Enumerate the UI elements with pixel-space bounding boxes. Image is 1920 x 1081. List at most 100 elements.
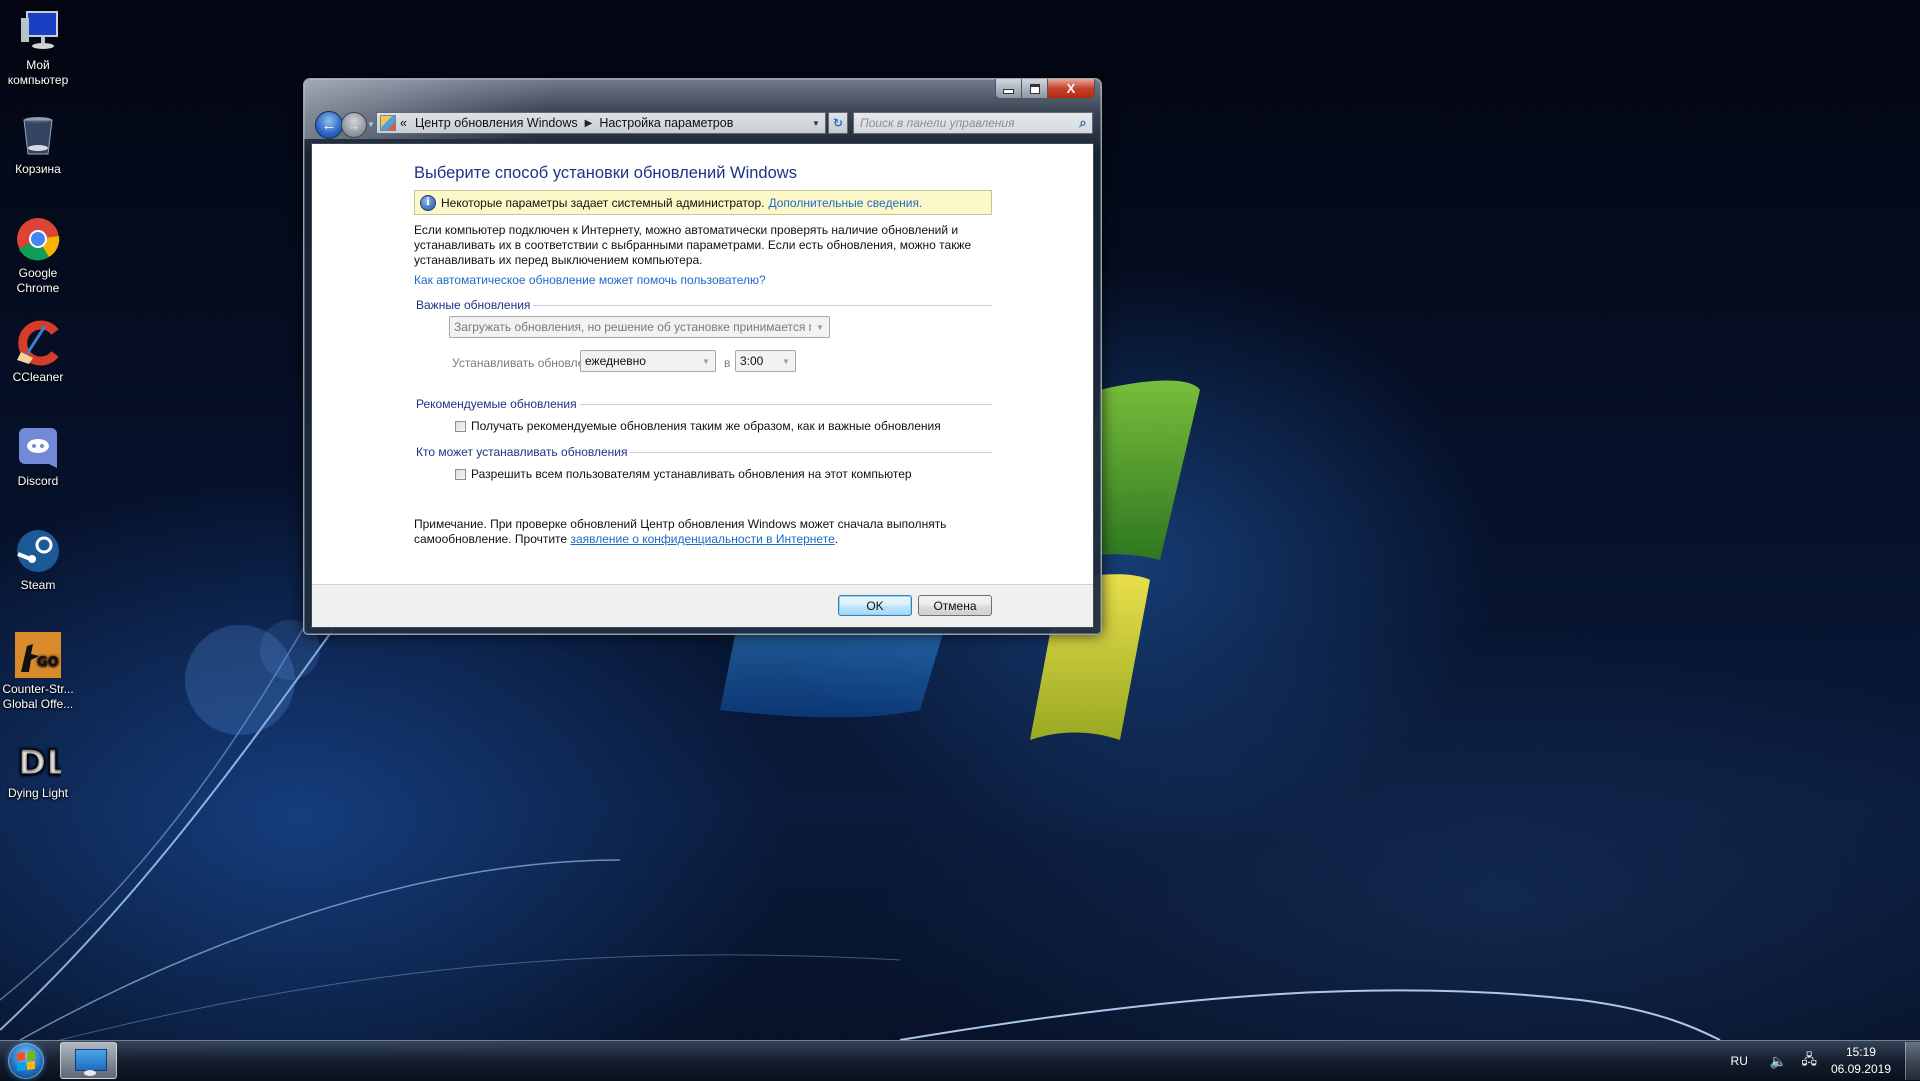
desktop-icon-label: Google Chrome xyxy=(16,266,60,295)
recommended-updates-label[interactable]: Получать рекомендуемые обновления таким … xyxy=(471,419,941,433)
cancel-button[interactable]: Отмена xyxy=(918,595,992,616)
desktop-icon-ccleaner[interactable]: CCleaner xyxy=(0,320,76,385)
chevron-down-icon: ▼ xyxy=(816,322,824,332)
desktop-icon-recycle-bin[interactable]: Корзина xyxy=(0,112,76,177)
svg-text:GO: GO xyxy=(37,655,59,670)
install-day-value: ежедневно xyxy=(585,354,646,368)
more-info-link[interactable]: Дополнительные сведения. xyxy=(768,196,922,210)
dialog-footer: OK Отмена xyxy=(312,584,1093,627)
recommended-updates-heading: Рекомендуемые обновления xyxy=(416,397,577,411)
system-tray: RU 🔈 🖧 15:19 06.09.2019 xyxy=(1731,1041,1920,1081)
search-input[interactable] xyxy=(854,115,1074,131)
recent-pages-dropdown[interactable]: ▼ xyxy=(367,120,375,129)
desktop-icon-label: Мой компьютер xyxy=(7,58,69,87)
back-button[interactable]: ← xyxy=(315,111,343,139)
admin-info-bar: i Некоторые параметры задает системный а… xyxy=(414,190,992,215)
info-bar-text: Некоторые параметры задает системный адм… xyxy=(441,195,765,210)
desktop-icon-label: Steam xyxy=(20,578,56,592)
note-text: Примечание. При проверке обновлений Цент… xyxy=(414,517,994,547)
desktop-icon-label: Counter-Str... Global Offe... xyxy=(2,682,74,711)
forward-button[interactable]: → xyxy=(341,112,367,138)
discord-icon xyxy=(15,424,61,470)
chrome-icon xyxy=(15,216,61,262)
auto-update-help-link[interactable]: Как автоматическое обновление может помо… xyxy=(414,273,766,287)
minimize-button[interactable] xyxy=(996,79,1022,98)
language-indicator[interactable]: RU xyxy=(1731,1054,1748,1068)
group-divider xyxy=(579,403,992,405)
caption-buttons: X xyxy=(995,79,1095,99)
refresh-button[interactable]: ↻ xyxy=(828,112,848,134)
install-time-select[interactable]: 3:00 ▼ xyxy=(735,350,796,372)
desktop-icon-label: Dying Light xyxy=(7,786,69,800)
install-time-value: 3:00 xyxy=(740,354,764,368)
computer-icon xyxy=(15,8,61,54)
who-can-install-group: Кто может устанавливать обновления xyxy=(416,445,992,459)
address-bar[interactable]: « Центр обновления Windows ▶ Настройка п… xyxy=(376,112,826,134)
recycle-bin-icon xyxy=(15,112,61,158)
address-dropdown-icon[interactable]: ▼ xyxy=(807,119,825,128)
allow-all-users-checkbox[interactable] xyxy=(455,468,466,480)
group-divider xyxy=(533,304,992,306)
windows-flag-icon xyxy=(17,1051,35,1071)
desktop-icon-csgo[interactable]: GO Counter-Str... Global Offe... xyxy=(0,632,76,712)
who-can-install-heading: Кто может устанавливать обновления xyxy=(416,445,628,459)
close-button[interactable]: X xyxy=(1048,79,1094,98)
clock-time: 15:19 xyxy=(1845,1045,1876,1059)
update-mode-value: Загружать обновления, но решение об уста… xyxy=(454,320,811,334)
volume-icon[interactable]: 🔈 xyxy=(1770,1053,1787,1070)
breadcrumb-separator-icon[interactable]: ▶ xyxy=(585,118,593,129)
close-icon: X xyxy=(1066,81,1076,96)
update-mode-select[interactable]: Загружать обновления, но решение об уста… xyxy=(449,316,830,338)
desktop-icon-dying-light[interactable]: DL Dying Light xyxy=(0,736,76,801)
clock-date: 06.09.2019 xyxy=(1830,1062,1891,1076)
desktop-icon-discord[interactable]: Discord xyxy=(0,424,76,489)
ok-button[interactable]: OK xyxy=(838,595,912,616)
desktop-icon-label: CCleaner xyxy=(12,370,64,384)
recommended-updates-checkbox[interactable] xyxy=(455,420,466,432)
desktop-icon-my-computer[interactable]: Мой компьютер xyxy=(0,8,76,88)
back-arrow-icon: ← xyxy=(321,116,337,134)
chevron-down-icon: ▼ xyxy=(782,356,790,366)
taskbar: RU 🔈 🖧 15:19 06.09.2019 xyxy=(0,1040,1920,1081)
maximize-button[interactable] xyxy=(1022,79,1048,98)
search-box[interactable]: ⌕ xyxy=(853,112,1093,134)
important-updates-group: Важные обновления xyxy=(416,298,992,312)
at-label: в xyxy=(724,356,731,370)
recommended-updates-group: Рекомендуемые обновления xyxy=(416,397,992,411)
desktop-icon-label: Корзина xyxy=(15,162,61,176)
navigation-bar: ← → ▼ « Центр обновления Windows ▶ Настр… xyxy=(312,111,1093,139)
settings-content: Выберите способ установки обновлений Win… xyxy=(312,144,1093,586)
minimize-icon xyxy=(1003,89,1014,94)
chevron-down-icon: ▼ xyxy=(702,356,710,366)
taskbar-control-panel[interactable] xyxy=(60,1042,117,1079)
search-icon[interactable]: ⌕ xyxy=(1074,115,1092,131)
group-divider xyxy=(630,451,992,453)
forward-arrow-icon: → xyxy=(347,117,361,133)
privacy-statement-link[interactable]: заявление о конфиденциальности в Интерне… xyxy=(570,532,834,546)
info-icon: i xyxy=(420,194,436,211)
allow-all-users-option[interactable]: Разрешить всем пользователям устанавлива… xyxy=(455,467,912,481)
refresh-icon: ↻ xyxy=(832,116,844,130)
desktop-icon-google-chrome[interactable]: Google Chrome xyxy=(0,216,76,296)
desktop-icon-label: Discord xyxy=(17,474,59,488)
maximize-icon xyxy=(1029,83,1040,94)
steam-icon xyxy=(15,528,61,574)
page-title: Выберите способ установки обновлений Win… xyxy=(414,164,797,182)
start-button[interactable] xyxy=(8,1043,44,1079)
windows-update-settings-window: X ← → ▼ « Центр обновления Windows ▶ Нас… xyxy=(303,78,1102,635)
breadcrumb-change-settings[interactable]: Настройка параметров xyxy=(599,116,733,130)
desktop-icon-steam[interactable]: Steam xyxy=(0,528,76,593)
breadcrumb-windows-update[interactable]: Центр обновления Windows xyxy=(415,116,578,130)
recommended-updates-option[interactable]: Получать рекомендуемые обновления таким … xyxy=(455,419,941,433)
network-icon[interactable]: 🖧 xyxy=(1801,1049,1817,1073)
wallpaper-bottom-arc xyxy=(899,980,1920,1041)
show-desktop-button[interactable] xyxy=(1905,1042,1920,1080)
clock[interactable]: 15:19 06.09.2019 xyxy=(1831,1044,1891,1078)
csgo-icon: GO xyxy=(15,632,61,678)
svg-text:DL: DL xyxy=(18,743,61,782)
note-end: . xyxy=(834,532,839,546)
install-day-select[interactable]: ежедневно ▼ xyxy=(580,350,716,372)
dying-light-icon: DL xyxy=(15,736,69,784)
breadcrumb-overflow[interactable]: « xyxy=(400,116,407,130)
allow-all-users-label[interactable]: Разрешить всем пользователям устанавлива… xyxy=(471,467,912,481)
